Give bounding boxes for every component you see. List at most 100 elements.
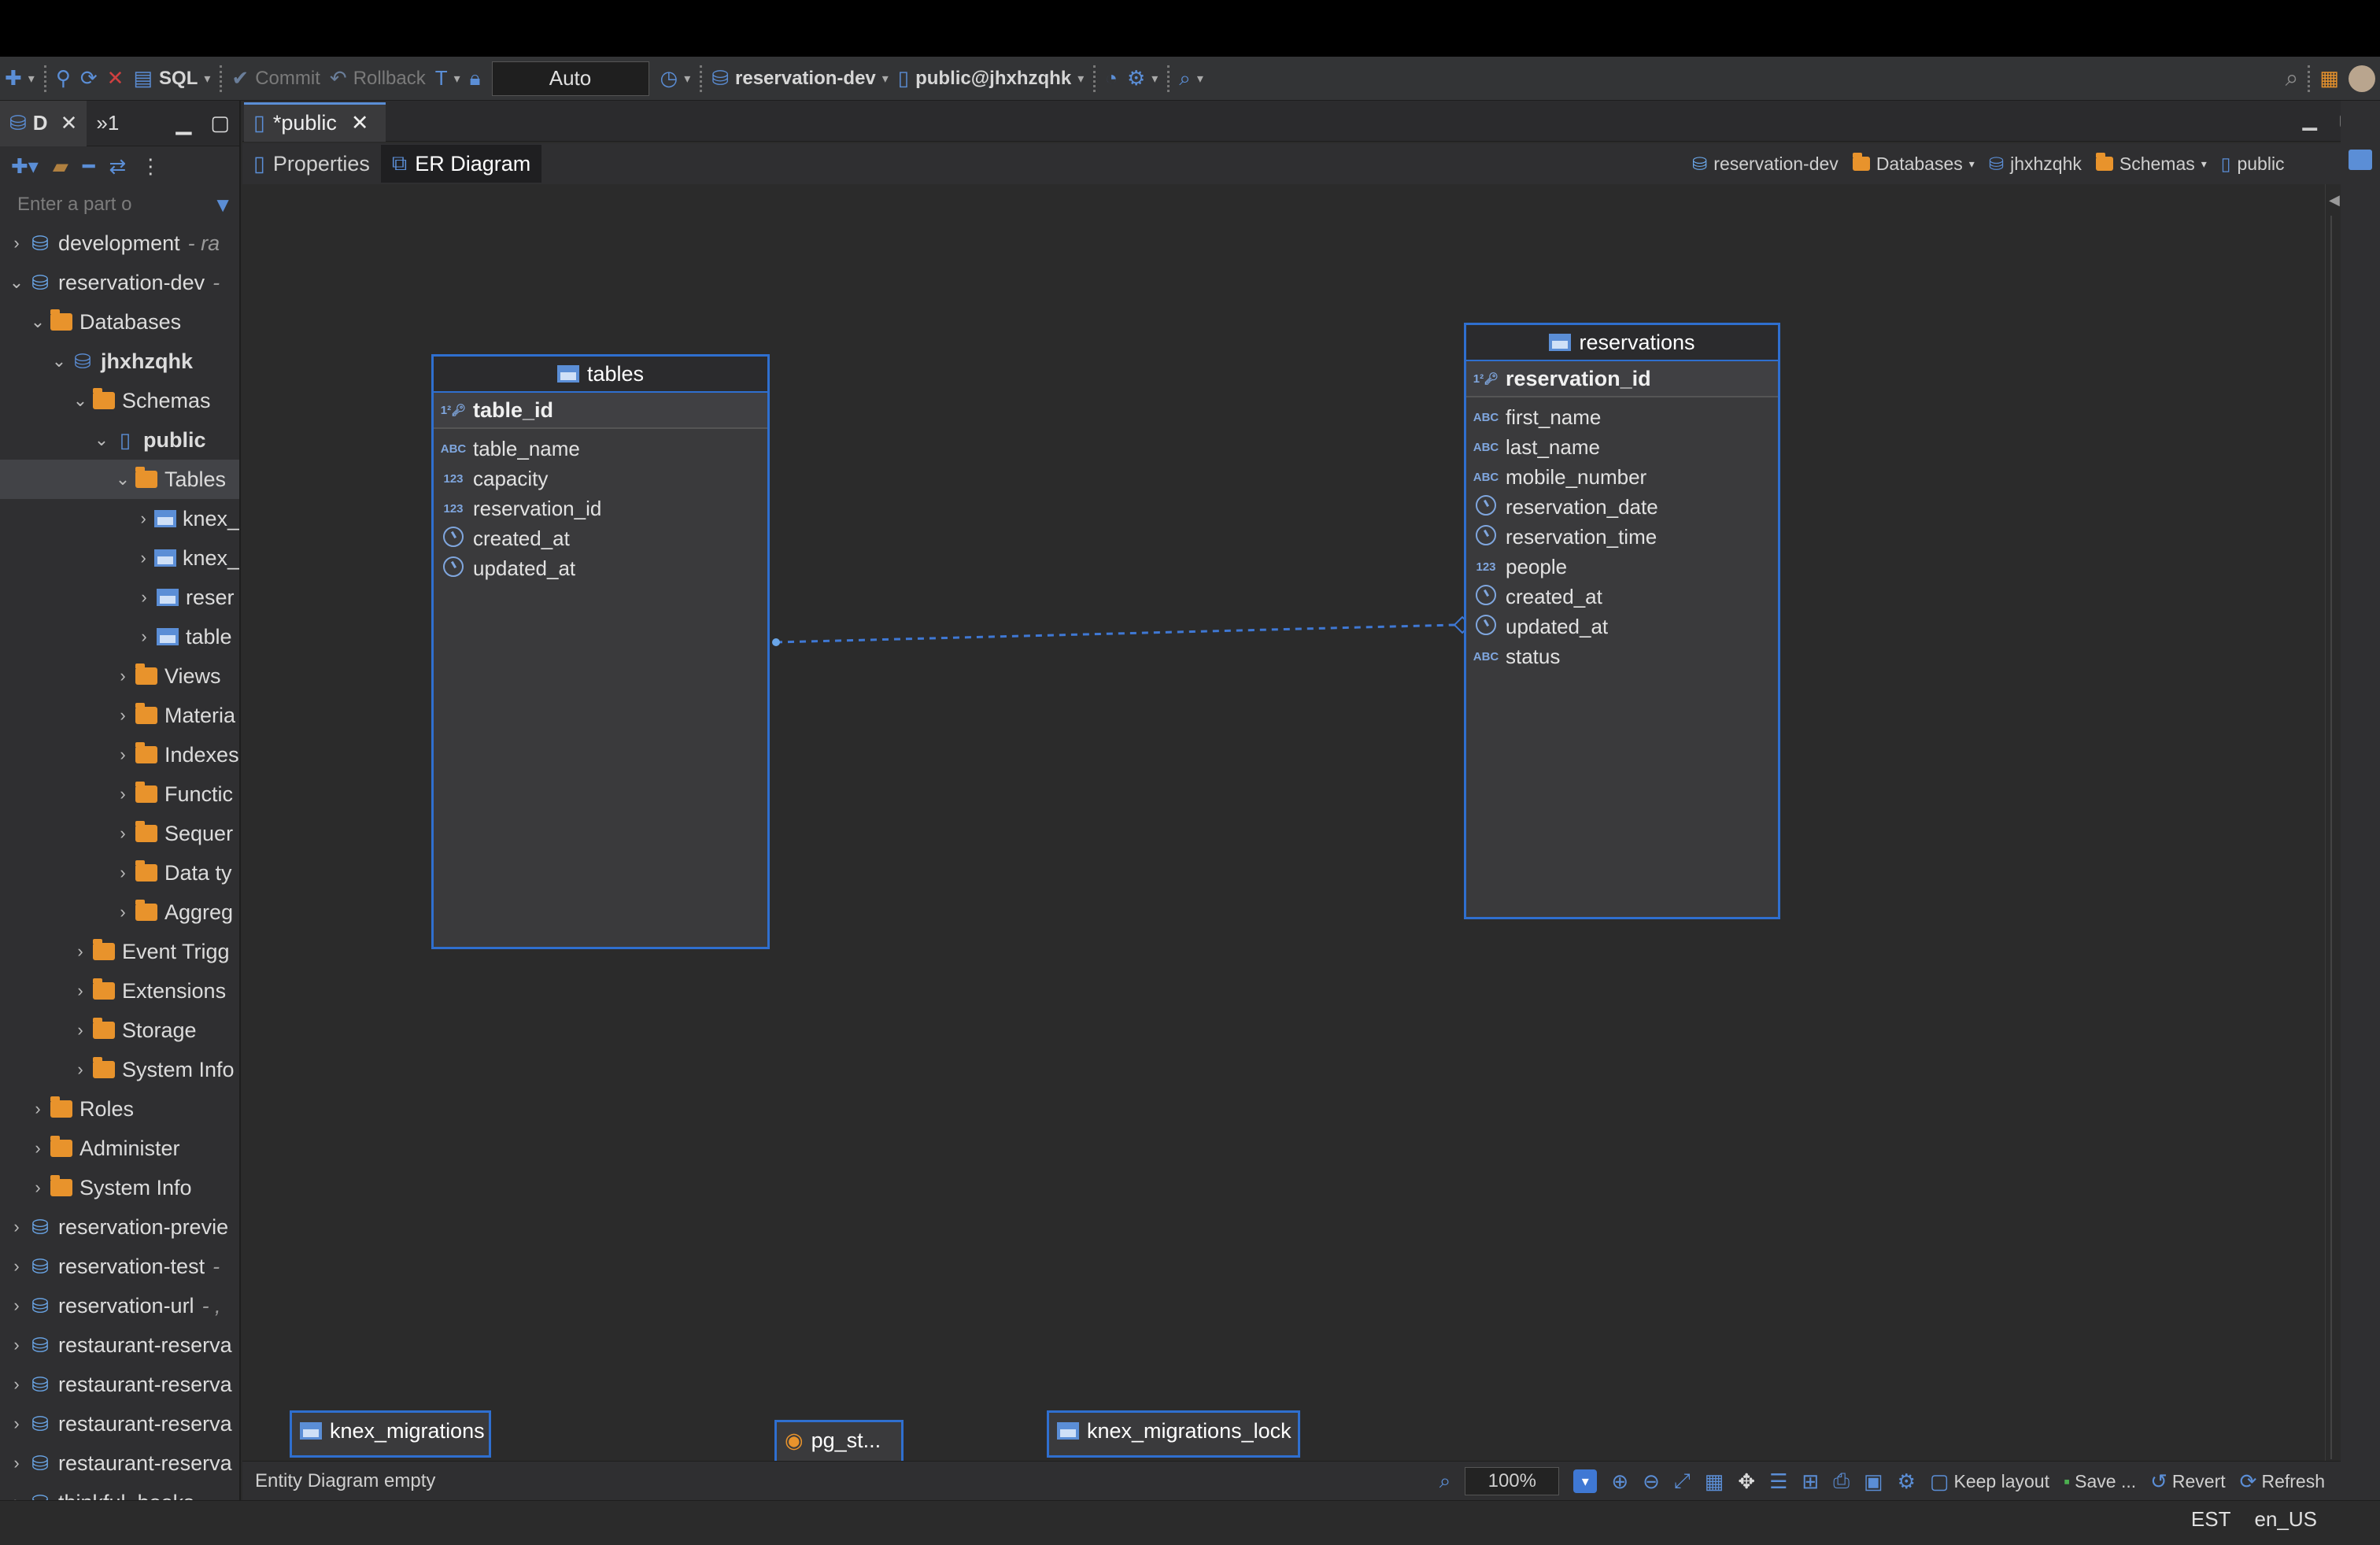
tree-item[interactable]: › System Info xyxy=(0,1168,239,1207)
tree-item[interactable]: › Aggreg xyxy=(0,893,239,932)
perspective-icon[interactable]: ▦ xyxy=(2315,61,2344,96)
transaction-mode-button[interactable]: T ▾ xyxy=(431,61,465,96)
tools-button[interactable]: ⚙ ▾ xyxy=(1122,61,1162,96)
move-icon[interactable]: ✥ xyxy=(1738,1469,1755,1494)
chevron-right-icon[interactable]: › xyxy=(70,981,91,1001)
entity-pg-stat[interactable]: ◉ pg_st... xyxy=(774,1420,904,1461)
relationship-line[interactable] xyxy=(775,623,1455,644)
entity-column[interactable]: updated_at xyxy=(434,553,767,583)
tree-item[interactable]: › ⛁ reservation-url - , xyxy=(0,1286,239,1325)
timezone-indicator[interactable]: EST xyxy=(2191,1507,2231,1532)
tree-item[interactable]: › ⛁ restaurant-reserva xyxy=(0,1443,239,1483)
chevron-right-icon[interactable]: › xyxy=(6,1374,27,1395)
tree-item[interactable]: ⌄ ⛁ jhxhzqhk xyxy=(0,342,239,381)
grid-icon[interactable]: ▦ xyxy=(1705,1469,1724,1494)
entity-column[interactable]: updated_at xyxy=(1466,612,1778,641)
locale-indicator[interactable]: en_US xyxy=(2255,1507,2318,1532)
chevron-right-icon[interactable]: › xyxy=(6,1335,27,1355)
chevron-down-icon[interactable]: ⌄ xyxy=(113,469,133,490)
reconnect-button[interactable]: ⟳ xyxy=(76,61,102,96)
history-button[interactable]: ◷ ▾ xyxy=(656,61,696,96)
chevron-right-icon[interactable]: › xyxy=(6,1453,27,1473)
entity-column[interactable]: 123 capacity xyxy=(434,464,767,493)
breadcrumb-connection[interactable]: ⛁ reservation-dev xyxy=(1692,153,1839,175)
chevron-right-icon[interactable]: › xyxy=(6,1414,27,1434)
tree-item[interactable]: › Storage xyxy=(0,1011,239,1050)
keep-layout-button[interactable]: ▢ Keep layout xyxy=(1930,1469,2049,1494)
export-icon[interactable]: ▣ xyxy=(1864,1469,1883,1494)
tab-public[interactable]: ▯ *public ✕ xyxy=(244,102,386,142)
entity-reservations[interactable]: reservations 1²🔑︎ reservation_id ABC firs… xyxy=(1464,323,1780,919)
tree-item[interactable]: › knex_ xyxy=(0,538,239,578)
tree-item[interactable]: › ⛁ development - ra xyxy=(0,224,239,263)
chevron-down-icon[interactable]: ▾ xyxy=(1573,1469,1598,1493)
entity-column[interactable]: ABC table_name xyxy=(434,434,767,464)
entity-column[interactable]: ABC first_name xyxy=(1466,402,1778,432)
tab-er-diagram[interactable]: ⧉ ER Diagram xyxy=(380,145,542,183)
entity-column[interactable]: reservation_date xyxy=(1466,492,1778,522)
chevron-down-icon[interactable]: ⌄ xyxy=(49,351,69,371)
zoom-out-icon[interactable]: ⊖ xyxy=(1643,1469,1660,1494)
layout-icon[interactable]: ⊞ xyxy=(1802,1469,1819,1494)
zoom-level-select[interactable]: 100% xyxy=(1465,1467,1560,1495)
chevron-right-icon[interactable]: › xyxy=(113,902,133,922)
entity-column[interactable]: ABC status xyxy=(1466,641,1778,671)
link-editor-icon[interactable]: ⇄ xyxy=(109,154,127,179)
primary-key-column[interactable]: 1²🔑︎ table_id xyxy=(434,393,767,429)
chevron-right-icon[interactable]: › xyxy=(113,863,133,883)
tree-item[interactable]: › Roles xyxy=(0,1089,239,1129)
fit-icon[interactable]: ⤢ xyxy=(1674,1469,1691,1494)
sql-editor-button[interactable]: ▤ SQL ▾ xyxy=(128,61,215,96)
breadcrumb-schema[interactable]: ▯ public xyxy=(2221,153,2285,175)
tree-item[interactable]: › knex_ xyxy=(0,499,239,538)
chevron-right-icon[interactable]: › xyxy=(113,784,133,804)
chevron-right-icon[interactable]: › xyxy=(70,1020,91,1040)
active-connection-select[interactable]: ⛁ reservation-dev ▾ xyxy=(707,61,893,96)
tree-item[interactable]: › reser xyxy=(0,578,239,617)
chevron-right-icon[interactable]: › xyxy=(28,1138,48,1159)
outline-view-icon[interactable] xyxy=(2349,150,2372,170)
revert-button[interactable]: ↺ Revert xyxy=(2150,1469,2226,1494)
tab-overflow[interactable]: »1 xyxy=(87,101,128,146)
tab-properties[interactable]: ▯ Properties xyxy=(242,145,381,183)
entity-knex-migrations[interactable]: knex_migrations xyxy=(290,1410,491,1458)
maximize-icon[interactable]: ▢ xyxy=(201,101,239,146)
tree-item[interactable]: ⌄ Tables xyxy=(0,460,239,499)
dashboard-button[interactable]: ◔ xyxy=(1100,61,1122,96)
minimize-icon[interactable]: ▁ xyxy=(166,101,201,146)
tree-item[interactable]: › table xyxy=(0,617,239,656)
entity-column[interactable]: created_at xyxy=(434,523,767,553)
entity-column[interactable]: 123 people xyxy=(1466,552,1778,582)
chevron-right-icon[interactable]: › xyxy=(28,1099,48,1119)
tree-item[interactable]: › Views xyxy=(0,656,239,696)
chevron-right-icon[interactable]: › xyxy=(70,941,91,962)
tree-item[interactable]: › ⛁ restaurant-reserva xyxy=(0,1325,239,1365)
tree-item[interactable]: ⌄ ▯ public xyxy=(0,420,239,460)
scroll-up-icon[interactable]: ◀ xyxy=(2329,192,2340,209)
chevron-right-icon[interactable]: › xyxy=(6,1217,27,1237)
vertical-scrollbar[interactable]: ◀ xyxy=(2325,184,2341,1461)
chevron-right-icon[interactable]: › xyxy=(113,823,133,844)
transaction-mode-select[interactable]: Auto xyxy=(491,61,649,96)
tree-item[interactable]: ⌄ Databases xyxy=(0,302,239,342)
tree-item[interactable]: › Event Trigg xyxy=(0,932,239,971)
entity-tables[interactable]: tables 1²🔑︎ table_id ABC table_name 123 cap… xyxy=(431,354,770,949)
collapse-all-icon[interactable]: ━ xyxy=(83,154,95,179)
zoom-icon[interactable]: ⌕ xyxy=(1439,1469,1451,1494)
chevron-right-icon[interactable]: › xyxy=(134,508,153,529)
chevron-right-icon[interactable]: › xyxy=(6,233,27,253)
new-connection-icon[interactable]: ✚▾ xyxy=(11,154,39,179)
rollback-button[interactable]: ↶ Rollback xyxy=(325,61,431,96)
chevron-right-icon[interactable]: › xyxy=(134,587,154,608)
tree-item[interactable]: › ⛁ restaurant-reserva xyxy=(0,1404,239,1443)
entity-column[interactable]: created_at xyxy=(1466,582,1778,612)
tree-item[interactable]: ›⛁ thinkful_books- xyxy=(0,1483,239,1501)
new-connection-button[interactable]: ✚ ▾ xyxy=(0,61,39,96)
disconnect-button[interactable]: ✕ xyxy=(102,61,129,96)
chevron-right-icon[interactable]: › xyxy=(134,548,153,568)
avatar[interactable] xyxy=(2344,61,2380,96)
filter-icon[interactable]: ▼ xyxy=(213,193,233,217)
er-diagram-canvas[interactable]: tables 1²🔑︎ table_id ABC table_name 123 cap… xyxy=(242,184,2325,1461)
entity-column[interactable]: ABC mobile_number xyxy=(1466,462,1778,492)
commit-button[interactable]: ✔ Commit xyxy=(227,61,324,96)
